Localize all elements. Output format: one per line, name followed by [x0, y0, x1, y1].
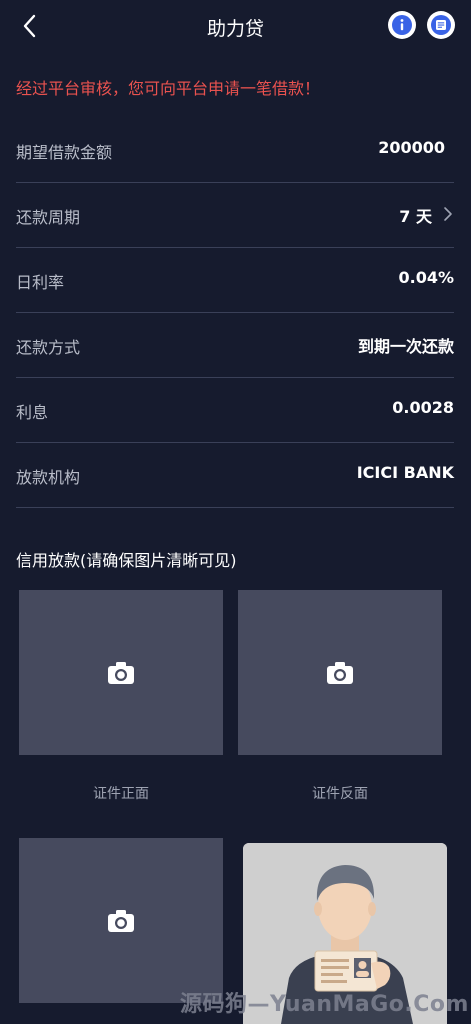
- watermark-text: 源码狗—YuanMaGo.Com: [180, 992, 469, 1017]
- info-button[interactable]: [388, 11, 416, 39]
- lender-value: ICICI BANK: [356, 463, 454, 482]
- row-label: 还款方式: [16, 338, 81, 357]
- header: 助力贷: [0, 0, 471, 52]
- loan-amount-value: 200000: [378, 138, 445, 157]
- document-icon: [431, 15, 451, 35]
- upload-section-title: 信用放款(请确保图片清晰可见): [16, 551, 237, 570]
- row-repayment-method: 还款方式 到期一次还款: [16, 312, 454, 378]
- info-icon: [392, 15, 412, 35]
- upload-id-handheld[interactable]: [19, 838, 223, 1003]
- id-back-caption: 证件反面: [312, 786, 368, 802]
- row-repayment-period[interactable]: 还款周期 7 天: [16, 182, 454, 248]
- chevron-right-icon: [444, 207, 452, 221]
- row-label: 放款机构: [16, 468, 81, 487]
- interest-value: 0.0028: [392, 398, 454, 417]
- repayment-period-value: 7 天: [399, 207, 432, 226]
- row-loan-amount[interactable]: 期望借款金额 200000: [16, 117, 454, 183]
- row-daily-rate: 日利率 0.04%: [16, 247, 454, 313]
- row-lender: 放款机构 ICICI BANK: [16, 442, 454, 508]
- camera-icon: [108, 909, 134, 932]
- document-button[interactable]: [427, 11, 455, 39]
- upload-id-front[interactable]: [19, 590, 223, 755]
- row-label: 利息: [16, 403, 49, 422]
- daily-rate-value: 0.04%: [398, 268, 454, 287]
- id-front-caption: 证件正面: [93, 786, 149, 802]
- camera-icon: [108, 661, 134, 684]
- upload-id-back[interactable]: [238, 590, 442, 755]
- row-label: 日利率: [16, 273, 65, 292]
- camera-icon: [327, 661, 353, 684]
- repayment-method-value: 到期一次还款: [357, 337, 454, 356]
- approval-notice: 经过平台审核，您可向平台申请一笔借款！: [16, 79, 321, 98]
- row-interest: 利息 0.0028: [16, 377, 454, 443]
- row-label: 还款周期: [16, 208, 81, 227]
- row-label: 期望借款金额: [16, 143, 113, 162]
